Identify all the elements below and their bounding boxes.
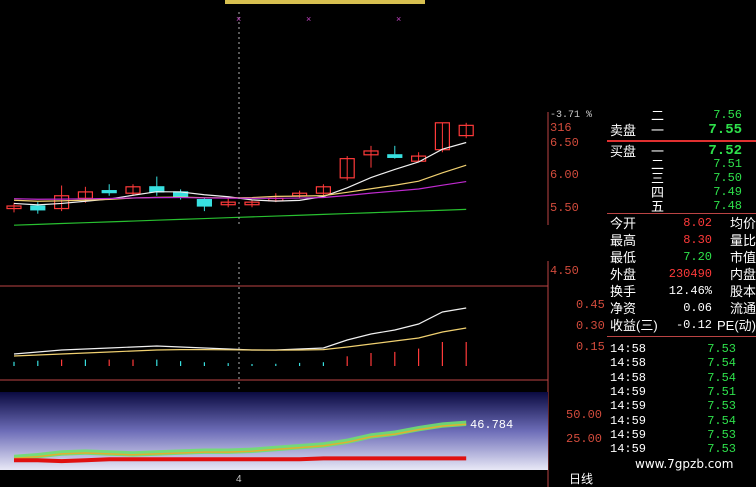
stat-row: 换手 12.46% 股本 [607,283,756,300]
indicator-tick-1: 0.30 [576,319,605,333]
price-axis-pct: -3.71 % [550,110,593,121]
osc-tick-1: 25.00 [566,432,603,446]
tick-price: 7.54 [707,370,736,385]
stat-label: 换手 [610,284,637,299]
tick-time: 14:58 [610,370,647,385]
tick-row: 14:58 7.53 [607,342,756,356]
tick-time: 14:59 [610,384,647,399]
top-mask-block [428,0,756,112]
candle-body [196,199,212,207]
stat-label-right: 内盘 [729,267,756,282]
tick-price: 7.54 [707,356,736,371]
candle-body [30,205,46,211]
stat-label: 今开 [610,216,637,231]
quote-panel: 二 7.56 卖盘 一 7.55 买盘 一 7.52 二 7.51 三 7.50… [607,107,756,487]
sell-level-price: 7.55 [708,122,742,138]
stat-row: 净资 0.06 流通 [607,300,756,317]
price-tick-2: 5.50 [550,201,579,215]
stat-label-right: 流通 [729,301,756,316]
stat-label: 最低 [610,250,637,265]
tick-time: 14:58 [610,342,647,356]
candle-body [101,190,117,194]
price-axis-count: 316 [550,121,572,135]
middle-mask-block [132,225,607,261]
stat-label-right: 量比 [729,233,756,248]
svg-text:×: × [236,14,241,24]
price-tick-3: 4.50 [550,264,579,278]
cursor-label: 4 [236,474,242,485]
tick-time: 14:58 [610,356,647,371]
bid-ask-divider [607,140,756,142]
stat-value: 8.30 [683,233,712,247]
tick-price: 7.54 [707,413,736,428]
stat-label: 最高 [610,233,637,248]
period-label[interactable]: 日线 [556,470,606,487]
ma60-line [13,208,467,226]
tick-row: 14:58 7.54 [607,371,756,385]
tick-row: 14:59 7.54 [607,414,756,428]
stat-value: 7.20 [683,250,712,264]
tick-time: 14:59 [610,427,647,442]
stat-row: 收益(三) -0.12 PE(动) [607,317,756,334]
stat-label-right: 均价 [729,216,756,231]
stat-row: 外盘 230490 内盘 [607,266,756,283]
watermark-text: www.7gpzb.com [635,457,734,471]
dif-line [13,307,467,355]
stat-row: 今开 8.02 均价 [607,215,756,232]
tick-price: 7.53 [707,342,736,356]
tick-time: 14:59 [610,413,647,428]
ma10-line [13,164,467,202]
osc-tick-0: 50.00 [566,408,603,422]
sell-label: 卖盘 [610,123,637,138]
tick-time: 14:59 [610,442,647,457]
stat-row: 最低 7.20 市值 [607,249,756,266]
tick-price: 7.53 [707,399,736,414]
stat-label: 外盘 [610,267,637,282]
stat-row: 最高 8.30 量比 [607,232,756,249]
tick-row: 14:59 7.53 [607,399,756,413]
price-tick-0: 6.50 [550,136,579,150]
indicator-tick-2: 0.15 [576,340,605,354]
dea-line [13,327,467,357]
tick-row: 14:59 7.53 [607,428,756,442]
price-tick-1: 6.00 [550,168,579,182]
tick-row: 14:59 7.51 [607,385,756,399]
stat-value: 0.06 [683,301,712,315]
svg-text:×: × [306,14,311,24]
stat-label-right: 股本 [729,284,756,299]
indicator-tick-0: 0.45 [576,298,605,312]
tick-price: 7.51 [707,384,736,399]
candle-body [387,154,403,158]
sell-level-name: 一 [651,123,665,138]
stat-label: 净资 [610,301,637,316]
stat-value: 8.02 [683,216,712,230]
osc-value-label: 46.784 [470,418,514,432]
stat-value: -0.12 [675,318,712,332]
ma5-line [13,141,467,206]
tick-price: 7.53 [707,442,736,457]
tick-row: 14:59 7.53 [607,442,756,456]
stat-label-right: PE(动) [716,318,756,333]
price-pane [6,122,474,226]
tick-row: 14:58 7.54 [607,356,756,370]
tick-time: 14:59 [610,399,647,414]
tick-price: 7.53 [707,427,736,442]
stat-value: 230490 [668,267,712,281]
sell-level-1[interactable]: 卖盘 一 7.55 [607,122,756,139]
stat-label-right: 市值 [729,250,756,265]
svg-text:×: × [396,14,401,24]
top-marks: × × × [236,14,401,24]
indicator-pane [13,307,467,366]
stat-value: 12.46% [668,284,712,298]
stat-label: 收益(三) [610,318,658,333]
